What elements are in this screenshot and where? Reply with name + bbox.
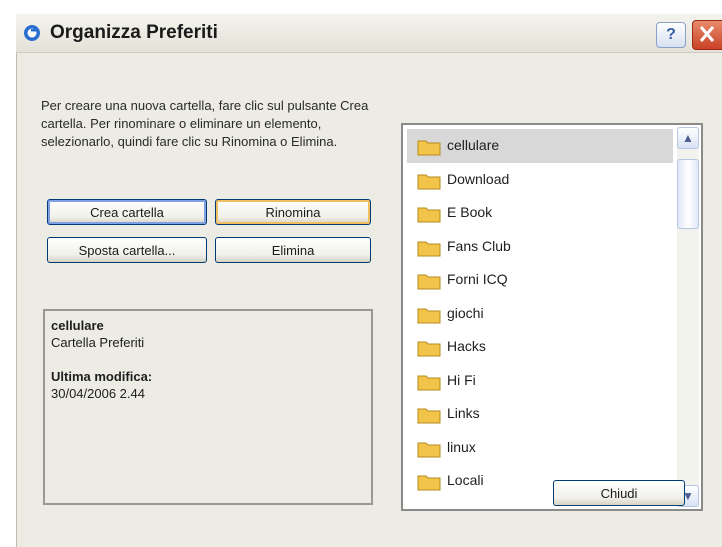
folder-item-label: Download <box>447 170 510 187</box>
folder-item-label: E Book <box>447 204 493 220</box>
folder-item-label: linux <box>447 438 476 455</box>
folder-item-label: Fans Club <box>447 237 511 254</box>
modified-value: 30/04/2006 2.44 <box>51 386 145 401</box>
ie-icon <box>24 25 40 41</box>
item-info-panel: cellulare Cartella Preferiti Ultima modi… <box>43 309 373 505</box>
folder-item[interactable]: Links <box>407 397 673 431</box>
scroll-up-button[interactable]: ▲ <box>677 127 699 149</box>
vertical-scrollbar[interactable]: ▲ ▼ <box>677 127 699 507</box>
folder-icon <box>417 308 441 323</box>
folder-item[interactable]: Forni ICQ <box>407 263 673 297</box>
modified-label: Ultima modifica: <box>51 369 153 384</box>
close-icon <box>699 26 715 42</box>
close-window-button[interactable] <box>692 20 722 50</box>
instructions-text: Per creare una nuova cartella, fare clic… <box>41 98 369 149</box>
folder-item-label: Forni ICQ <box>447 271 508 287</box>
organize-favorites-dialog: Organizza Preferiti ? Per creare una nuo… <box>16 14 722 547</box>
rename-button[interactable]: Rinomina <box>215 199 371 225</box>
folder-icon <box>417 442 441 457</box>
folder-item-label: Locali <box>447 472 484 488</box>
folder-item-label: Hacks <box>447 338 486 354</box>
dialog-body: Per creare una nuova cartella, fare clic… <box>16 53 722 547</box>
folder-icon <box>417 174 441 189</box>
item-name: cellulare <box>51 318 104 333</box>
folder-item[interactable]: Hacks <box>407 330 673 364</box>
folder-item[interactable]: E Book <box>407 196 673 230</box>
title-bar[interactable]: Organizza Preferiti ? <box>16 14 722 53</box>
create-folder-button[interactable]: Crea cartella <box>47 199 207 225</box>
move-folder-button[interactable]: Sposta cartella... <box>47 237 207 263</box>
close-button[interactable]: Chiudi <box>553 480 685 506</box>
folder-icon <box>417 274 441 290</box>
folder-item[interactable]: Hi Fi <box>407 364 673 398</box>
folder-icon <box>417 341 441 357</box>
folder-icon <box>417 140 441 156</box>
folder-icon <box>417 408 441 424</box>
folder-item-label: giochi <box>447 304 484 321</box>
folder-item[interactable]: cellulare <box>407 129 673 163</box>
folder-list[interactable]: cellulare Download E Book Fans Club Forni IC… <box>401 123 703 511</box>
folder-icon <box>417 475 441 491</box>
folder-item[interactable]: Download <box>407 163 673 197</box>
folder-item-label: Hi Fi <box>447 371 476 388</box>
item-type: Cartella Preferiti <box>51 335 145 350</box>
folder-item[interactable]: linux <box>407 431 673 465</box>
folder-item-label: cellulare <box>447 137 500 153</box>
folder-item-label: Links <box>447 405 480 421</box>
help-button[interactable]: ? <box>656 22 686 48</box>
folder-item[interactable]: giochi <box>407 297 673 331</box>
folder-icon <box>417 241 441 256</box>
folder-icon <box>417 207 441 223</box>
scroll-thumb[interactable] <box>677 159 699 229</box>
delete-button[interactable]: Elimina <box>215 237 371 263</box>
folder-item[interactable]: Fans Club <box>407 230 673 264</box>
window-title: Organizza Preferiti <box>50 22 218 43</box>
folder-icon <box>417 375 441 390</box>
